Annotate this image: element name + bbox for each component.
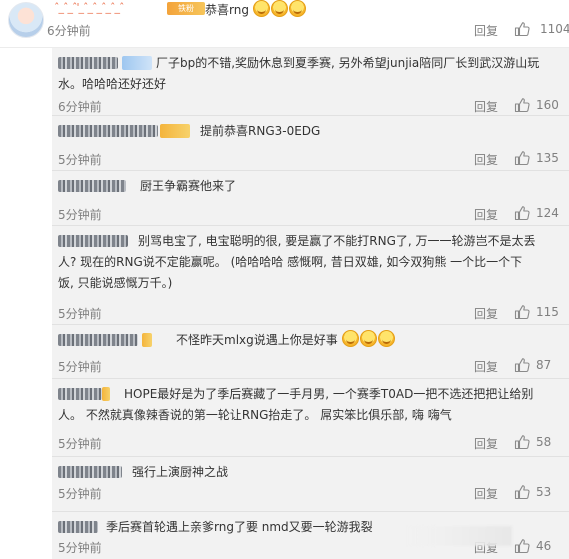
- like-count: 124: [536, 206, 559, 220]
- reply-time: 5分钟前: [58, 307, 102, 321]
- thumbs-up-icon[interactable]: [514, 205, 530, 221]
- thumbs-up-icon[interactable]: [514, 484, 530, 500]
- reply-item: 强行上演厨神之战 5分钟前 回复 53: [52, 457, 569, 512]
- grin-emoji-icon: [359, 330, 377, 347]
- comment-text-content: 恭喜rng: [205, 3, 249, 17]
- reply-button[interactable]: 回复: [474, 305, 498, 322]
- like-count: 135: [536, 151, 559, 165]
- like-count: 1104: [540, 22, 569, 36]
- reply-time: 5分钟前: [58, 153, 102, 167]
- reply-text: 不怪昨天mlxg说遇上你是好事: [58, 330, 561, 351]
- reply-list: 厂子bp的不错,奖励休息到夏季赛, 另外希望junjia陪同厂长到武汉游山玩 水…: [52, 48, 569, 559]
- reply-button[interactable]: 回复: [474, 22, 498, 39]
- reply-text: 强行上演厨神之战: [132, 465, 229, 479]
- reply-button[interactable]: 回复: [474, 485, 498, 502]
- thumbs-up-icon[interactable]: [514, 150, 530, 166]
- like-count: 115: [536, 305, 559, 319]
- fan-badge: 铁粉: [167, 2, 205, 15]
- reply-time: 5分钟前: [58, 437, 102, 451]
- thumbs-up-icon[interactable]: [514, 357, 530, 373]
- commenter-name[interactable]: ˆ_ˆ_ˆ'_ˆ_ˆ_ˆ_ˆ_ˆ: [54, 1, 125, 14]
- like-count: 58: [536, 435, 552, 449]
- thumbs-up-icon[interactable]: [514, 21, 530, 37]
- reply-item: 厂子bp的不错,奖励休息到夏季赛, 另外希望junjia陪同厂长到武汉游山玩 水…: [52, 48, 569, 116]
- like-count: 46: [536, 539, 552, 553]
- user-avatar[interactable]: [8, 2, 44, 38]
- like-count: 53: [536, 485, 552, 499]
- like-count: 87: [536, 358, 552, 372]
- reply-text: 厨王争霸赛他来了: [140, 179, 237, 193]
- thumbs-up-icon[interactable]: [514, 434, 530, 450]
- reply-time: 5分钟前: [58, 360, 102, 374]
- reply-text: HOPE最好是为了季后赛藏了一手月男, 一个赛季T0AD一把不选还把把让给别 人…: [58, 387, 534, 422]
- reply-time: 5分钟前: [58, 541, 102, 555]
- grin-emoji-icon: [270, 0, 288, 17]
- grin-emoji-icon: [288, 0, 306, 17]
- reply-text: 厂子bp的不错,奖励休息到夏季赛, 另外希望junjia陪同厂长到武汉游山玩 水…: [58, 56, 540, 91]
- reply-time: 6分钟前: [58, 100, 102, 114]
- grin-emoji-icon: [341, 330, 359, 347]
- reply-button[interactable]: 回复: [474, 151, 498, 168]
- reply-button[interactable]: 回复: [474, 98, 498, 115]
- top-comment: ˆ_ˆ_ˆ'_ˆ_ˆ_ˆ_ˆ_ˆ 铁粉 恭喜rng 6分钟前 回复 1104: [0, 0, 569, 48]
- reply-button[interactable]: 回复: [474, 435, 498, 452]
- reply-item: 厨王争霸赛他来了 5分钟前 回复 124: [52, 171, 569, 226]
- thumbs-up-icon[interactable]: [514, 538, 530, 554]
- grin-emoji-icon: [377, 330, 395, 347]
- thumbs-up-icon[interactable]: [514, 97, 530, 113]
- reply-time: 5分钟前: [58, 487, 102, 501]
- like-count: 160: [536, 98, 559, 112]
- reply-time: 5分钟前: [58, 208, 102, 222]
- comment-time: 6分钟前: [47, 24, 91, 38]
- reply-item: 提前恭喜RNG3-0EDG 5分钟前 回复 135: [52, 116, 569, 171]
- watermark: [404, 526, 512, 546]
- reply-item: 不怪昨天mlxg说遇上你是好事 5分钟前 回复 87: [52, 325, 569, 379]
- reply-button[interactable]: 回复: [474, 358, 498, 375]
- reply-item: HOPE最好是为了季后赛藏了一手月男, 一个赛季T0AD一把不选还把把让给别 人…: [52, 379, 569, 457]
- reply-button[interactable]: 回复: [474, 206, 498, 223]
- reply-text: 提前恭喜RNG3-0EDG: [200, 124, 321, 138]
- thumbs-up-icon[interactable]: [514, 304, 530, 320]
- reply-item: 别骂电宝了, 电宝聪明的很, 要是赢了不能打RNG了, 万一一轮游岂不是太丢 人…: [52, 226, 569, 325]
- reply-text: 别骂电宝了, 电宝聪明的很, 要是赢了不能打RNG了, 万一一轮游岂不是太丢 人…: [58, 234, 536, 290]
- comment-text: 恭喜rng: [205, 0, 307, 18]
- grin-emoji-icon: [252, 0, 270, 17]
